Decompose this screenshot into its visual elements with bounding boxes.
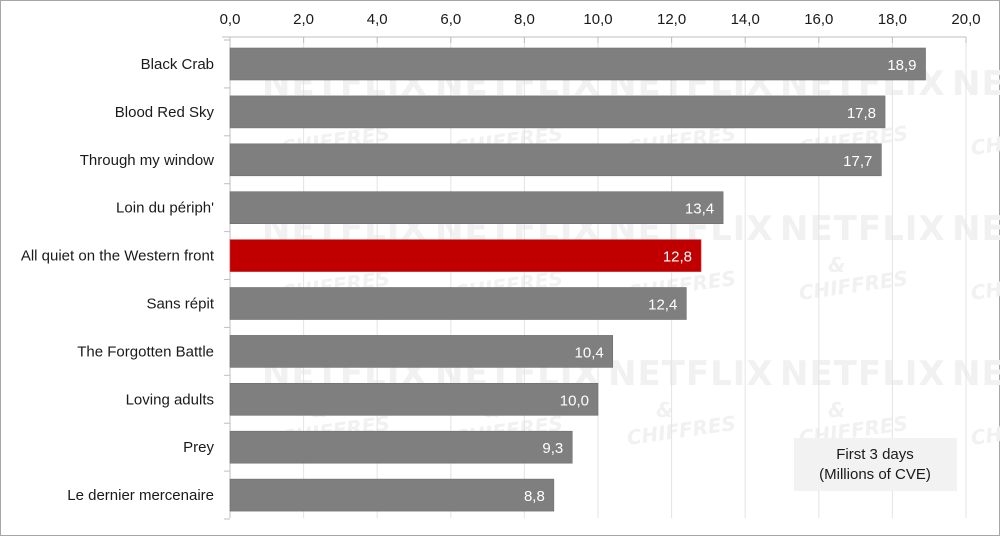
x-tick-label: 16,0 (804, 11, 833, 28)
x-tick-label: 4,0 (367, 11, 388, 28)
bar (229, 382, 599, 416)
bar (229, 47, 926, 81)
data-label: 9,3 (542, 440, 563, 457)
data-label: 18,9 (887, 57, 916, 74)
watermark-text: & (828, 398, 845, 422)
watermark-text: & (828, 253, 845, 277)
watermark-text: CHIFFRES (969, 121, 1000, 160)
data-label: 17,8 (847, 105, 876, 122)
bar (229, 95, 886, 129)
data-label: 8,8 (524, 488, 545, 505)
data-label: 12,4 (648, 297, 677, 314)
legend: First 3 days (Millions of CVE) (794, 438, 957, 491)
data-label: 13,4 (685, 201, 714, 218)
x-tick-label: 8,0 (514, 11, 535, 28)
watermark-text: NETFLIX (952, 209, 1000, 249)
watermark-text: CHIFFRES (625, 411, 737, 450)
category-label: Le dernier mercenaire (67, 487, 214, 504)
x-tick-label: 0,0 (220, 11, 241, 28)
bar (229, 287, 687, 320)
category-label: Sans répit (146, 296, 214, 313)
x-tick-label: 2,0 (293, 11, 314, 28)
x-tick-label: 6,0 (440, 11, 461, 28)
watermark-text: CHIFFRES (969, 411, 1000, 450)
data-label: 10,0 (560, 392, 589, 409)
x-tick-label: 18,0 (878, 11, 907, 28)
data-label: 12,8 (663, 249, 692, 266)
legend-line: First 3 days (836, 446, 914, 463)
watermark-text: NETFLIX (608, 354, 774, 394)
x-tick-label: 12,0 (657, 11, 686, 28)
category-label: Loin du périph' (116, 200, 214, 217)
bar (229, 143, 882, 177)
watermark-text: NETFLIX (780, 209, 946, 249)
bar (229, 191, 724, 224)
bar (229, 430, 573, 464)
watermark-text: CHIFFRES (969, 266, 1000, 305)
watermark-text: & (656, 398, 673, 422)
category-label: Through my window (80, 152, 214, 169)
legend-line: (Millions of CVE) (819, 466, 931, 483)
bar (229, 239, 702, 272)
x-tick-label: 10,0 (583, 11, 612, 28)
bar-chart: NETFLIX&CHIFFRESNETFLIX&CHIFFRESNETFLIX&… (21, 11, 1000, 520)
bar (229, 478, 555, 512)
x-tick-label: 20,0 (951, 11, 980, 28)
watermark-text: NETFLIX (952, 354, 1000, 394)
category-label: The Forgotten Battle (77, 343, 214, 360)
x-tick-label: 14,0 (731, 11, 760, 28)
data-label: 10,4 (575, 344, 604, 361)
category-label: Black Crab (141, 56, 214, 73)
category-label: All quiet on the Western front (21, 248, 215, 265)
category-label: Prey (183, 439, 214, 456)
watermark-text: NETFLIX (780, 354, 946, 394)
watermark-text: NETFLIX (952, 64, 1000, 104)
category-label: Loving adults (126, 391, 214, 408)
data-label: 17,7 (843, 153, 872, 170)
bar (229, 335, 614, 368)
category-label: Blood Red Sky (115, 104, 215, 121)
